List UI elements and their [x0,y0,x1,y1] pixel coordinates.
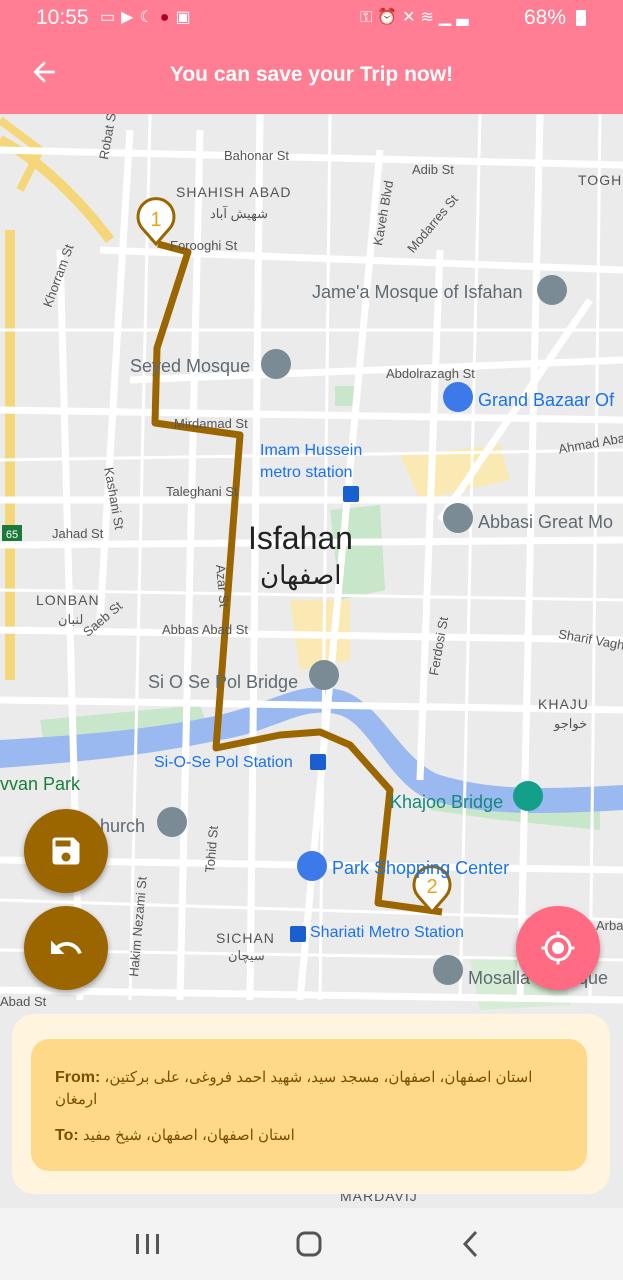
street-label: Abdolrazagh St [386,366,475,381]
trip-info-card: From: استان اصفهان، اصفهان، مسجد سید، شه… [12,1014,610,1194]
status-bar: 10:55 ▭▶☾●▣ ⚿⏰✕≋▁▃ 68% [0,0,623,36]
back-icon[interactable] [452,1228,492,1260]
status-time: 10:55 [36,6,89,29]
recents-icon[interactable] [128,1228,168,1260]
location-icon: ● [159,9,176,26]
save-trip-button[interactable] [24,809,108,893]
poi-label[interactable]: Si-O-Se Pol Station [154,754,293,772]
system-nav-bar [0,1208,623,1280]
trip-to: To: استان اصفهان، اصفهان، شیخ مفید [55,1125,565,1147]
svg-text:1: 1 [150,209,161,231]
from-label: From: [55,1069,101,1086]
app-icon: ☾ [139,9,160,26]
notification-icons: ▭▶☾●▣ [100,7,197,27]
my-location-button[interactable] [516,906,600,990]
battery-icon [576,10,586,26]
area-label: SICHAN [216,930,275,946]
mute-icon: ✕ [402,9,421,26]
city-label-fa: اصفهان [260,560,342,590]
signal-icon: ▁▃ [438,9,474,26]
city-label: Isfahan [248,520,353,556]
poi-label[interactable]: Mosalla [468,968,530,989]
wifi-icon: ≋ [420,9,439,26]
to-address: استان اصفهان، اصفهان، شیخ مفید [82,1127,295,1144]
poi-label[interactable]: Shariati Metro Station [310,924,464,942]
poi-label[interactable]: Seyed Mosque [130,356,250,377]
street-label: Taleghani St [166,484,238,499]
poi-label[interactable]: Imam Hussein [260,442,362,460]
system-icons: ⚿⏰✕≋▁▃ [360,7,474,27]
area-label: خواجو [554,716,588,731]
area-label: شهیش آباد [210,206,268,221]
street-label: Abbas Abad St [162,622,249,637]
street-label: Jahad St [52,526,104,541]
poi-label[interactable]: Grand Bazaar Of [478,390,614,411]
street-label: Bahonar St [224,148,290,163]
poi-label[interactable]: metro station [260,464,352,482]
app-bar: You can save your Trip now! [0,36,623,114]
undo-button[interactable] [24,906,108,990]
poi-label[interactable]: Jame'a Mosque of Isfahan [312,282,523,303]
street-label: Abad St [0,994,47,1009]
home-icon[interactable] [290,1228,330,1260]
gallery-icon: ▣ [175,9,197,26]
area-label: لنبان [58,612,84,627]
trip-info-panel: From: استان اصفهان، اصفهان، مسجد سید، شه… [31,1039,587,1171]
voicemail-icon: ▭ [100,9,122,26]
svg-text:2: 2 [426,876,437,898]
key-icon: ⚿ [360,9,378,26]
page-title: You can save your Trip now! [169,63,454,86]
battery-level: 68% [524,6,567,29]
area-label: TOGH [578,172,623,188]
area-label: KHAJU [538,696,589,712]
alarm-icon: ⏰ [377,9,403,26]
street-label: Mirdamad St [174,416,248,431]
poi-label[interactable]: Park Shopping Center [332,858,509,879]
to-label: To: [55,1127,79,1144]
poi-label[interactable]: Khajoo Bridge [390,792,503,813]
trip-from: From: استان اصفهان، اصفهان، مسجد سید، شه… [55,1067,565,1111]
poi-label[interactable]: Abbasi Great Mo [478,512,613,533]
poi-label[interactable]: hurch [100,816,145,837]
poi-label[interactable]: vvan Park [0,774,80,795]
area-label: سیچان [228,948,265,963]
youtube-icon: ▶ [121,9,140,26]
poi-label[interactable]: Si O Se Pol Bridge [148,672,298,693]
area-label: SHAHISH ABAD [176,184,292,200]
street-label: Adib St [412,162,454,177]
svg-text:65: 65 [6,529,18,541]
street-label: Forooghi St [170,238,238,253]
poi-label: Arba [596,918,623,933]
area-label: LONBAN [36,592,100,608]
from-address: استان اصفهان، اصفهان، مسجد سید، شهید احم… [55,1069,533,1108]
